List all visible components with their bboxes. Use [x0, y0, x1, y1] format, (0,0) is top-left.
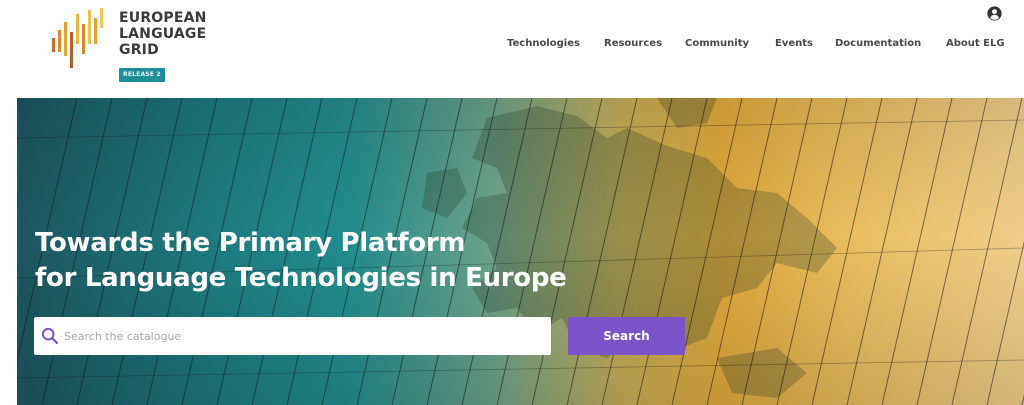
- nav-events[interactable]: Events: [775, 38, 813, 49]
- hero-banner: Towards the Primary Platform for Languag…: [17, 98, 1024, 405]
- main-nav: Technologies Resources Community Events …: [0, 38, 1024, 54]
- nav-community[interactable]: Community: [685, 38, 749, 49]
- user-circle-icon[interactable]: [987, 6, 1002, 21]
- nav-resources[interactable]: Resources: [604, 38, 662, 49]
- search-bar: [34, 317, 551, 355]
- hero-title-line-1: Towards the Primary Platform: [35, 228, 466, 258]
- hero-title-line-2: for Language Technologies in Europe: [35, 263, 567, 293]
- search-icon: [41, 327, 59, 345]
- nav-documentation[interactable]: Documentation: [835, 38, 921, 49]
- logo-line-1: EUROPEAN: [119, 10, 207, 26]
- search-input[interactable]: [64, 317, 544, 355]
- release-badge: RELEASE 2: [119, 68, 165, 82]
- hero-title: Towards the Primary Platform for Languag…: [35, 226, 567, 296]
- search-button[interactable]: Search: [568, 317, 685, 355]
- site-header: EUROPEAN LANGUAGE GRID RELEASE 2 Technol…: [0, 0, 1024, 98]
- nav-technologies[interactable]: Technologies: [507, 38, 580, 49]
- nav-about-elg[interactable]: About ELG: [946, 38, 1005, 49]
